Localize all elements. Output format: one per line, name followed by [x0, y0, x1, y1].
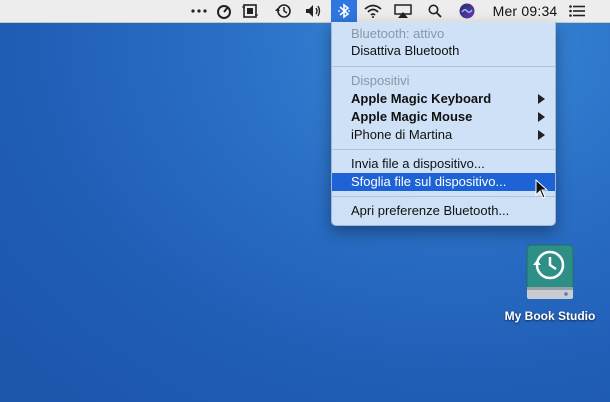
drive-label[interactable]: My Book Studio [496, 309, 604, 323]
clock[interactable]: Mer 09:34 [489, 0, 561, 22]
submenu-arrow-icon [538, 94, 545, 104]
send-file-item[interactable]: Invia file a dispositivo... [332, 155, 555, 173]
bluetooth-status: Bluetooth: attivo [351, 26, 445, 41]
siri-icon[interactable] [456, 0, 478, 22]
mouse-cursor-icon [535, 179, 549, 199]
menu-separator [332, 66, 555, 67]
menu-separator [332, 196, 555, 197]
external-drive-icon[interactable] [525, 243, 575, 301]
submenu-arrow-icon [538, 112, 545, 122]
menu-list-icon[interactable] [566, 0, 588, 22]
device-item-apple-magic-keyboard[interactable]: Apple Magic Keyboard [332, 90, 555, 108]
devices-header: Dispositivi [351, 73, 410, 88]
activity-gauge-icon[interactable] [213, 0, 235, 22]
menu-separator [332, 149, 555, 150]
time-machine-icon[interactable] [272, 0, 294, 22]
disable-bluetooth-item[interactable]: Disattiva Bluetooth [332, 42, 555, 60]
search-icon[interactable] [424, 0, 446, 22]
browse-files-item[interactable]: Sfoglia file sul dispositivo... [332, 173, 555, 191]
menu-bar: Mer 09:34 [0, 0, 610, 23]
bluetooth-icon[interactable] [331, 0, 357, 22]
screen-capture-icon[interactable] [239, 0, 261, 22]
wifi-icon[interactable] [362, 0, 384, 22]
submenu-arrow-icon [538, 130, 545, 140]
bluetooth-preferences-item[interactable]: Apri preferenze Bluetooth... [332, 202, 555, 220]
device-item-iphone[interactable]: iPhone di Martina [332, 126, 555, 144]
volume-icon[interactable] [303, 0, 325, 22]
bluetooth-menu: Bluetooth: attivo Disattiva Bluetooth Di… [331, 22, 556, 226]
more-dots-icon[interactable] [188, 0, 210, 22]
airplay-icon[interactable] [392, 0, 414, 22]
device-item-apple-magic-mouse[interactable]: Apple Magic Mouse [332, 108, 555, 126]
